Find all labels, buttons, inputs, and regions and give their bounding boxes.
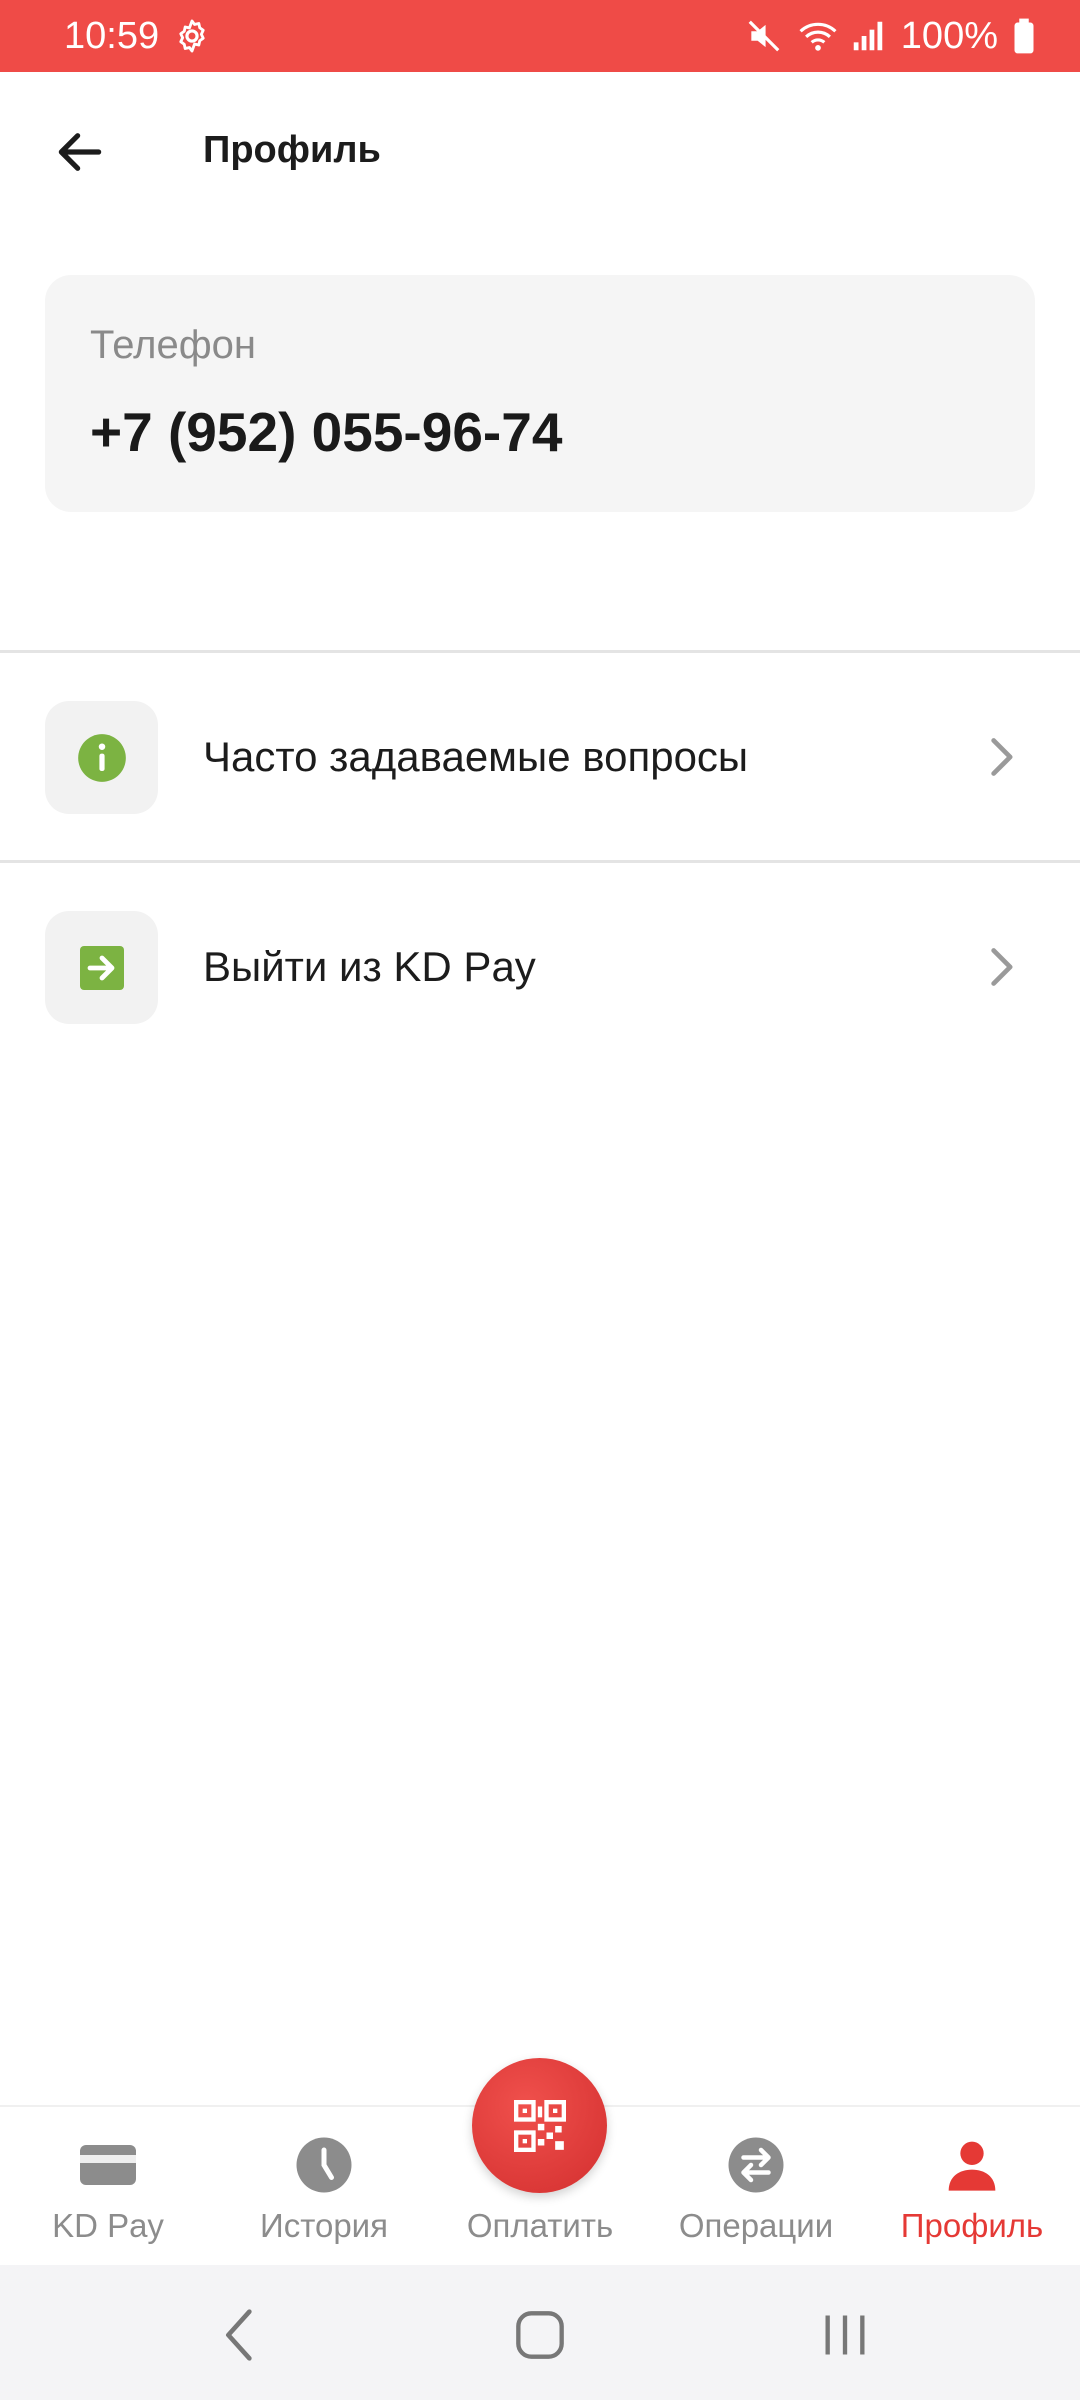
mute-icon (745, 17, 783, 55)
nav-item-kd-pay[interactable]: KD Pay (0, 2107, 216, 2267)
nav-label: Профиль (900, 2207, 1044, 2244)
nav-item-operations[interactable]: Операции (648, 2107, 864, 2267)
system-home-button[interactable] (505, 2300, 575, 2370)
status-time: 10:59 (64, 14, 160, 57)
status-right: 100% (745, 15, 1050, 58)
settings-gear-icon (173, 17, 211, 55)
status-bar: 10:59 100% (0, 0, 1080, 72)
nav-item-profile[interactable]: Профиль (864, 2107, 1080, 2267)
chevron-right-icon (991, 948, 1013, 986)
info-icon (77, 733, 126, 782)
status-left: 10:59 (64, 15, 211, 58)
arrow-left-icon (58, 133, 102, 171)
faq-icon-box (45, 701, 158, 814)
system-recents-button[interactable] (810, 2300, 880, 2370)
clock-icon (294, 2135, 354, 2195)
app-header: Профиль (0, 72, 1080, 232)
logout-icon-box (45, 911, 158, 1024)
signal-icon (849, 17, 887, 55)
chevron-right-icon (991, 738, 1013, 776)
logout-icon (79, 945, 124, 990)
menu-item-label: Выйти из KD Pay (203, 943, 536, 990)
system-navigation-bar (0, 2265, 1080, 2400)
battery-percent: 100% (900, 14, 998, 57)
system-back-icon (226, 2309, 252, 2361)
battery-icon (1012, 17, 1050, 55)
nav-item-history[interactable]: История (216, 2107, 432, 2267)
menu-item-logout[interactable]: Выйти из KD Pay (0, 863, 1080, 1068)
profile-screen: 10:59 100% Профиль Телефон +7 (952) 055-… (0, 0, 1080, 2400)
back-button[interactable] (40, 112, 120, 192)
user-icon (942, 2135, 1002, 2195)
system-recents-icon (825, 2315, 865, 2355)
phone-card: Телефон +7 (952) 055-96-74 (45, 275, 1035, 512)
system-home-icon (516, 2311, 564, 2359)
transfer-icon (726, 2135, 786, 2195)
nav-label: Операции (678, 2207, 834, 2244)
menu-item-label: Часто задаваемые вопросы (203, 733, 749, 780)
card-icon (78, 2135, 138, 2195)
page-title: Профиль (203, 129, 381, 171)
pay-fab-button[interactable] (472, 2058, 607, 2193)
phone-value: +7 (952) 055-96-74 (90, 401, 563, 463)
nav-label: KD Pay (52, 2207, 164, 2244)
nav-label: Оплатить (466, 2207, 614, 2244)
menu-item-faq[interactable]: Часто задаваемые вопросы (0, 653, 1080, 858)
qr-code-icon (513, 2099, 566, 2152)
wifi-icon (797, 17, 837, 55)
nav-label: История (260, 2207, 388, 2244)
system-back-button[interactable] (205, 2300, 275, 2370)
phone-label: Телефон (90, 323, 256, 367)
